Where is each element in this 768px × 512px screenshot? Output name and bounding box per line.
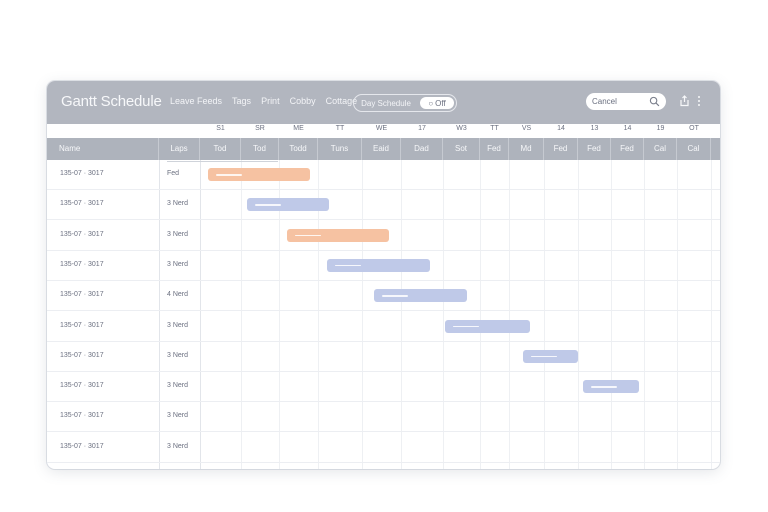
day-label: TT	[335, 125, 345, 132]
task-duration: Fed	[167, 170, 180, 177]
task-row[interactable]: 135-07 · 3017 3 Nerd	[47, 342, 720, 372]
task-row[interactable]: 135-07 · 3017 3 Nerd	[47, 433, 720, 463]
day-label-row: S1 SR ME TT WE 17 W3 TT VS 14 13 14 19 OT	[47, 124, 720, 138]
task-duration: 3 Nerd	[167, 382, 189, 390]
task-name: 135-07 · 3017	[60, 382, 104, 390]
column-header-day[interactable]: Tod	[200, 138, 241, 160]
task-duration: 3 Nerd	[167, 230, 189, 238]
column-header-day[interactable]: Fed	[544, 138, 578, 160]
day-label: 14	[623, 125, 632, 132]
task-duration: 3 Nerd	[167, 260, 189, 268]
task-bar[interactable]	[523, 349, 578, 363]
task-row[interactable]: 135-07 · 3017 Fed	[47, 160, 720, 190]
day-label: TT	[490, 125, 499, 132]
task-name: 135-07 · 3017	[60, 321, 104, 329]
column-header-day[interactable]: Sot	[443, 138, 480, 160]
column-header-day[interactable]: Tuns	[318, 138, 362, 160]
task-row[interactable]: 135-07 · 3017 3 Nerd	[47, 312, 720, 342]
toolbar: Gantt Schedule Leave Feeds Tags Print Co…	[47, 81, 720, 124]
task-bar[interactable]	[373, 289, 468, 303]
column-header-row: Name Laps Tod Tod Todd Tuns Eaid Dad Sot Fed Md F…	[47, 138, 720, 160]
toggle-circle-icon: ○	[428, 98, 434, 108]
task-name: 135-07 · 3017	[60, 291, 104, 299]
day-label: VS	[521, 125, 532, 132]
day-label: SR	[255, 125, 265, 132]
column-header-day[interactable]: Fed	[578, 138, 611, 160]
day-label: 17	[418, 125, 426, 132]
menu-bar: Leave Feeds Tags Print Cobby Cottage	[170, 96, 357, 106]
column-header-day[interactable]: Cal	[644, 138, 677, 160]
toggle-option-day-schedule[interactable]: Day Schedule	[354, 95, 418, 111]
column-header-day[interactable]: Todd	[279, 138, 318, 160]
task-duration: 3 Nerd	[167, 412, 189, 420]
task-row[interactable]: 135-07 · 3017 3 Nerd	[47, 372, 720, 403]
task-name: 135-07 · 3017	[60, 260, 104, 268]
column-header-name[interactable]: Name	[47, 138, 159, 160]
column-header-duration[interactable]: Laps	[159, 138, 200, 160]
column-header-day[interactable]: Cal	[677, 138, 711, 160]
day-label: ME	[293, 125, 304, 132]
task-bar[interactable]	[286, 228, 390, 242]
day-label: 19	[656, 125, 665, 132]
column-header-day[interactable]: Dad	[401, 138, 443, 160]
task-duration: 4 Nerd	[167, 291, 189, 299]
task-duration: 3 Nerd	[167, 200, 189, 208]
column-header-day[interactable]: Tod	[241, 138, 279, 160]
column-header-day[interactable]: Md	[509, 138, 544, 160]
task-row[interactable]: 135-07 · 3017 3 Nerd	[47, 190, 720, 221]
task-row[interactable]: 135-07 · 3017 3 Nerd	[47, 251, 720, 281]
share-icon[interactable]	[679, 95, 690, 107]
day-label: 14	[557, 125, 565, 132]
menu-item-cobby[interactable]: Cobby	[290, 96, 316, 106]
column-header-day[interactable]: Fed	[611, 138, 644, 160]
task-bar[interactable]	[246, 198, 329, 212]
toggle-off-label: Off	[435, 98, 446, 108]
task-name: 135-07 · 3017	[60, 170, 104, 177]
task-row[interactable]: 135-07 · 3017 4 Nerd	[47, 281, 720, 312]
view-toggle[interactable]: Day Schedule ○ Off	[353, 94, 457, 112]
column-header-day[interactable]: Fed	[480, 138, 509, 160]
task-duration: 3 Nerd	[167, 321, 189, 329]
day-label: OT	[689, 125, 699, 132]
menu-item-tags[interactable]: Tags	[232, 96, 251, 106]
menu-item-leave-feeds[interactable]: Leave Feeds	[170, 96, 222, 106]
task-duration: 3 Nerd	[167, 351, 189, 359]
more-options-icon[interactable]	[696, 95, 702, 107]
column-header-day[interactable]: Eaid	[362, 138, 401, 160]
task-name: 135-07 · 3017	[60, 442, 104, 450]
task-row[interactable]: 135-07 · 3017 3 Nerd	[47, 221, 720, 251]
toggle-option-off[interactable]: ○ Off	[420, 97, 454, 109]
gantt-window: Gantt Schedule Leave Feeds Tags Print Co…	[47, 81, 720, 469]
task-bar[interactable]	[208, 168, 311, 181]
task-bar[interactable]	[582, 380, 640, 394]
app-title: Gantt Schedule	[61, 93, 162, 110]
day-label: 13	[590, 125, 599, 132]
search-input[interactable]	[592, 97, 648, 106]
menu-item-print[interactable]: Print	[261, 96, 280, 106]
task-name: 135-07 · 3017	[60, 351, 104, 359]
task-name: 135-07 · 3017	[60, 230, 104, 238]
gantt-grid: 135-07 · 3017 Fed 135-07 · 3017 3 Nerd 135-0…	[47, 160, 720, 469]
task-bar[interactable]	[444, 319, 530, 333]
search-icon[interactable]	[649, 96, 660, 107]
day-label: W3	[456, 125, 467, 132]
task-row[interactable]: 135-07 · 3017 3 Nerd	[47, 402, 720, 433]
task-name: 135-07 · 3017	[60, 412, 104, 420]
task-bar[interactable]	[326, 258, 431, 272]
search-box[interactable]	[586, 93, 666, 110]
day-label: S1	[216, 125, 225, 132]
day-label: WE	[375, 125, 388, 132]
header-divider	[167, 161, 278, 162]
task-name: 135-07 · 3017	[60, 200, 104, 208]
task-duration: 3 Nerd	[167, 442, 189, 450]
